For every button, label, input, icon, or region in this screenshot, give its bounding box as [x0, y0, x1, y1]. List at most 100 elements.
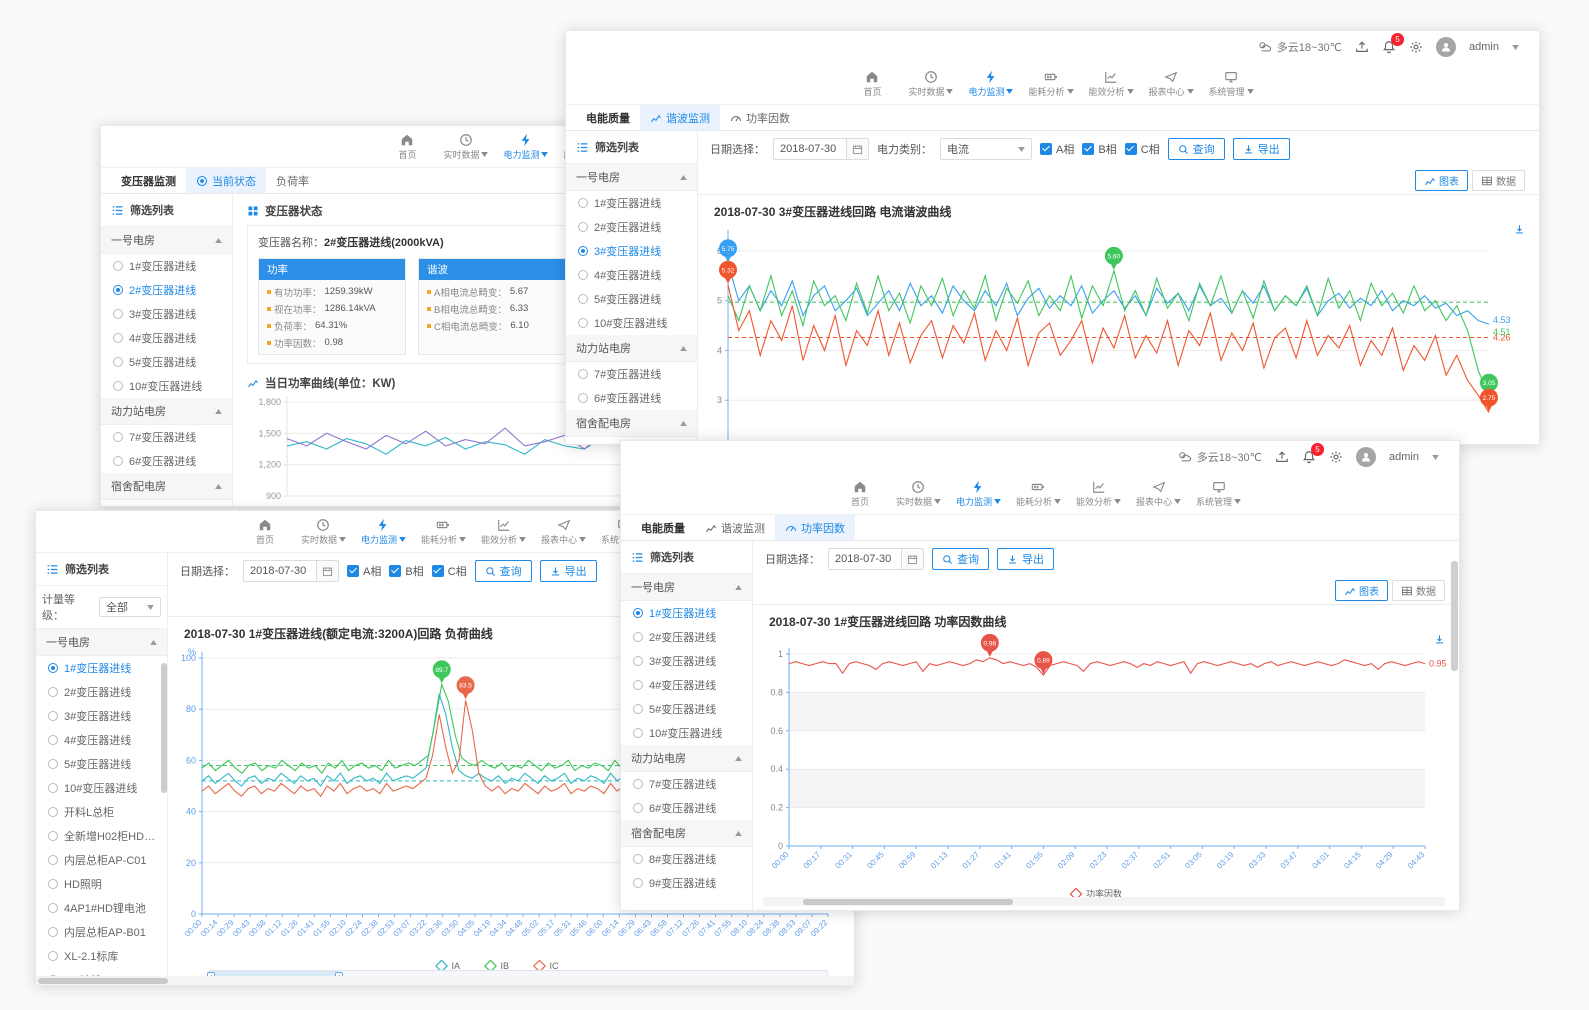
date-input[interactable]	[243, 560, 339, 582]
nav-item-report[interactable]: 报表中心	[541, 517, 586, 546]
sidebar-item[interactable]: 6#变压器进线	[621, 796, 752, 820]
nav-item-realtime[interactable]: 实时数据	[443, 132, 488, 161]
sidebar-item[interactable]: 7#变压器进线	[621, 772, 752, 796]
nav-item-system[interactable]: 系统管理	[1196, 479, 1241, 508]
sidebar-item[interactable]: 3#变压器进线	[566, 239, 697, 263]
sidebar-item[interactable]: 6#变压器进线	[566, 386, 697, 410]
sidebar-item[interactable]: 2#变压器进线	[101, 278, 232, 302]
scrollbar-thumb[interactable]	[1451, 561, 1458, 671]
upload-icon[interactable]	[1355, 40, 1369, 54]
sidebar-item[interactable]: 10#变压器进线	[566, 311, 697, 335]
view-tab-chart[interactable]: 图表	[1335, 580, 1388, 601]
gear-icon[interactable]	[1329, 450, 1343, 464]
nav-item-energy[interactable]: 能耗分析	[1028, 69, 1073, 98]
query-button[interactable]: 查询	[475, 560, 532, 582]
sidebar-item[interactable]: 2#变压器进线	[621, 625, 752, 649]
nav-item-realtime[interactable]: 实时数据	[908, 69, 953, 98]
sidebar-item[interactable]: 3#变压器进线	[36, 704, 167, 728]
sidebar-group-header[interactable]: 动力站电房	[101, 398, 232, 425]
sidebar-item[interactable]: 3#变压器进线	[101, 302, 232, 326]
scrollbar-thumb[interactable]	[803, 899, 1013, 905]
sidebar-item[interactable]: 7#变压器进线	[566, 362, 697, 386]
meter-level-select[interactable]: 全部	[99, 597, 161, 617]
export-button[interactable]: 导出	[997, 548, 1054, 570]
sidebar-group-header[interactable]: 一号电房	[101, 227, 232, 254]
horizontal-scrollbar[interactable]	[36, 976, 854, 985]
sidebar-item[interactable]: 2#变压器进线	[36, 680, 167, 704]
sidebar-item[interactable]: 4#变压器进线	[36, 728, 167, 752]
nav-item-efficiency[interactable]: 能效分析	[1089, 69, 1134, 98]
avatar[interactable]	[1436, 37, 1456, 57]
sidebar-item[interactable]: 10#变压器进线	[101, 374, 232, 398]
nav-item-system[interactable]: 系统管理	[1209, 69, 1254, 98]
sidebar-item[interactable]: 10#变压器进线	[36, 776, 167, 800]
upload-icon[interactable]	[1275, 450, 1289, 464]
sidebar-group-header[interactable]: 宿舍配电房	[101, 473, 232, 500]
nav-item-power[interactable]: 电力监测	[956, 479, 1001, 508]
sidebar-item[interactable]: 4#变压器进线	[101, 326, 232, 350]
nav-item-realtime[interactable]: 实时数据	[896, 479, 941, 508]
date-input[interactable]	[773, 138, 869, 160]
power-type-select[interactable]: 电流	[940, 138, 1032, 160]
nav-item-energy[interactable]: 能耗分析	[421, 517, 466, 546]
phase-b-checkbox[interactable]: B相	[389, 563, 423, 579]
sidebar-item[interactable]: 开料L总柜	[36, 800, 167, 824]
sidebar-item[interactable]: 全新增H02柜HD钻孔	[36, 824, 167, 848]
nav-item-home[interactable]: 首页	[244, 517, 286, 546]
username[interactable]: admin	[1389, 451, 1419, 463]
sidebar-item[interactable]: 2#变压器进线	[566, 215, 697, 239]
sidebar-group-header[interactable]: 一号电房	[621, 574, 752, 601]
sidebar-group-header[interactable]: 宿舍配电房	[566, 410, 697, 437]
sidebar-group-header[interactable]: 宿舍配电房	[621, 820, 752, 847]
sidebar-item[interactable]: 内层总柜AP-C01	[36, 848, 167, 872]
query-button[interactable]: 查询	[1168, 138, 1225, 160]
sidebar-item[interactable]: 5#变压器进线	[101, 350, 232, 374]
sidebar-item[interactable]: 1#变压器进线	[621, 601, 752, 625]
nav-item-efficiency[interactable]: 能效分析	[481, 517, 526, 546]
gear-icon[interactable]	[1409, 40, 1423, 54]
view-tab-data[interactable]: 数据	[1472, 170, 1525, 191]
phase-c-checkbox[interactable]: C相	[1125, 141, 1160, 157]
tab-power-factor[interactable]: 功率因数	[775, 515, 855, 540]
sidebar-group-header[interactable]: 一号电房	[36, 629, 167, 656]
nav-item-home[interactable]: 首页	[386, 132, 428, 161]
sidebar-item[interactable]: 10#变压器进线	[621, 721, 752, 745]
sidebar-item[interactable]: 4#变压器进线	[566, 263, 697, 287]
sidebar-item[interactable]: 1#变压器进线	[36, 656, 167, 680]
nav-item-home[interactable]: 首页	[839, 479, 881, 508]
tab-current-status[interactable]: 当前状态	[186, 168, 266, 193]
vertical-scrollbar[interactable]	[1451, 541, 1458, 861]
nav-item-report[interactable]: 报表中心	[1136, 479, 1181, 508]
phase-b-checkbox[interactable]: B相	[1082, 141, 1116, 157]
nav-item-efficiency[interactable]: 能效分析	[1076, 479, 1121, 508]
tab-power-factor[interactable]: 功率因数	[720, 105, 800, 130]
sidebar-item[interactable]: 8#变压器进线	[101, 500, 232, 506]
export-button[interactable]: 导出	[540, 560, 597, 582]
download-chart-icon[interactable]	[1434, 634, 1445, 645]
sidebar-group-header[interactable]: 一号电房	[566, 164, 697, 191]
sidebar-item[interactable]: 5#变压器进线	[566, 287, 697, 311]
nav-item-realtime[interactable]: 实时数据	[301, 517, 346, 546]
phase-a-checkbox[interactable]: A相	[1040, 141, 1074, 157]
calendar-icon[interactable]	[846, 139, 868, 159]
sidebar-group-header[interactable]: 动力站电房	[566, 335, 697, 362]
nav-item-power[interactable]: 电力监测	[503, 132, 548, 161]
sidebar-item[interactable]: 7#变压器进线	[101, 425, 232, 449]
phase-a-checkbox[interactable]: A相	[347, 563, 381, 579]
nav-item-power[interactable]: 电力监测	[968, 69, 1013, 98]
avatar[interactable]	[1356, 447, 1376, 467]
phase-c-checkbox[interactable]: C相	[432, 563, 467, 579]
sidebar-item[interactable]: 6#变压器进线	[101, 449, 232, 473]
notifications-button[interactable]: 5	[1382, 40, 1396, 54]
sidebar-item[interactable]: 1#变压器进线	[566, 191, 697, 215]
sidebar-item[interactable]: 1#变压器进线	[101, 254, 232, 278]
calendar-icon[interactable]	[901, 549, 923, 569]
tab-load-rate[interactable]: 负荷率	[266, 168, 319, 193]
download-chart-icon[interactable]	[1514, 224, 1525, 235]
query-button[interactable]: 查询	[932, 548, 989, 570]
nav-item-power[interactable]: 电力监测	[361, 517, 406, 546]
notifications-button[interactable]: 5	[1302, 450, 1316, 464]
sidebar-item[interactable]: 5#变压器进线	[36, 752, 167, 776]
scrollbar-thumb[interactable]	[38, 978, 168, 984]
tab-harmonic-monitor[interactable]: 谐波监测	[640, 105, 720, 130]
